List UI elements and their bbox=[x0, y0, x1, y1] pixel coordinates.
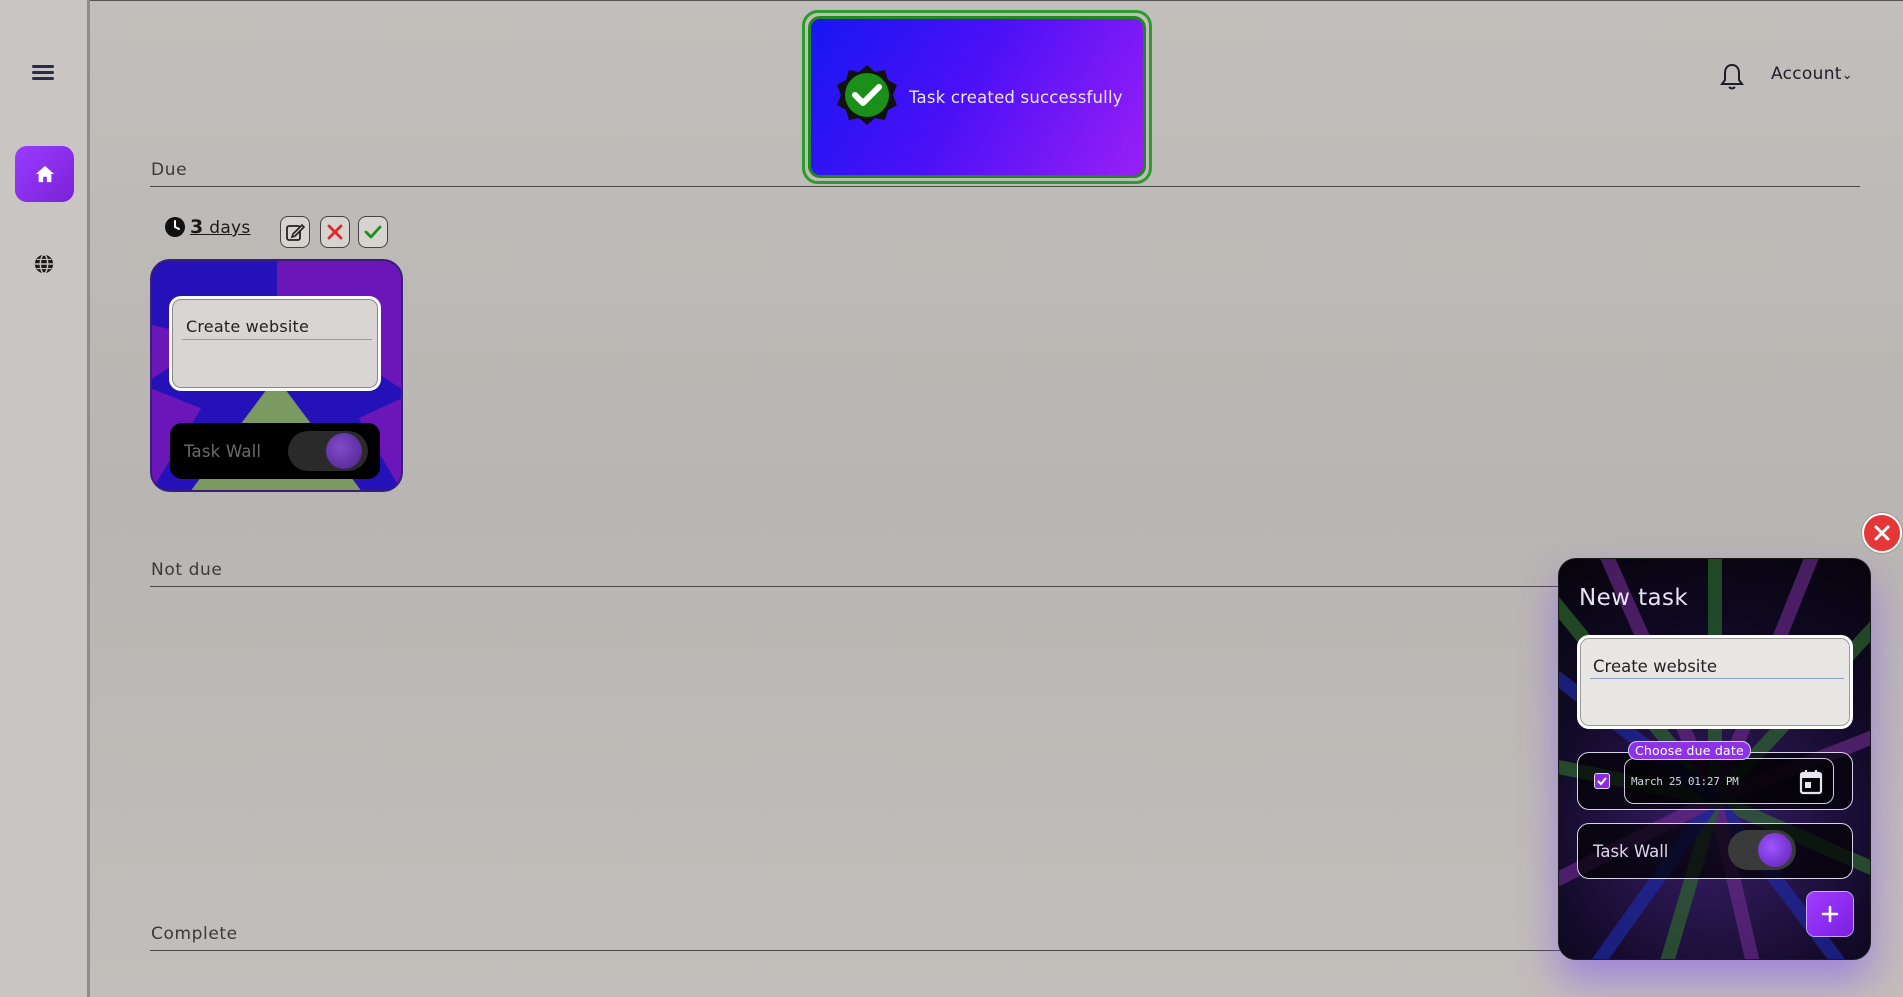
new-task-title-input[interactable]: Create website bbox=[1577, 635, 1853, 729]
section-divider-due bbox=[150, 186, 1860, 187]
hamburger-menu-icon[interactable] bbox=[30, 62, 56, 86]
task-wall-toggle[interactable] bbox=[288, 431, 368, 471]
globe-icon bbox=[34, 254, 54, 274]
task-wall-label: Task Wall bbox=[184, 441, 262, 461]
toast-message: Task created successfully bbox=[909, 87, 1123, 107]
edit-icon bbox=[286, 223, 305, 241]
new-task-title: New task bbox=[1579, 585, 1689, 611]
toast-notification: Task created successfully bbox=[802, 10, 1152, 184]
due-date-field[interactable]: March 25 01:27 PM bbox=[1624, 758, 1834, 804]
due-unit: days bbox=[209, 218, 251, 238]
due-date-chip: Choose due date bbox=[1628, 741, 1751, 760]
account-label: Account bbox=[1771, 64, 1842, 84]
section-title-complete: Complete bbox=[151, 924, 238, 944]
checkmark-icon bbox=[1597, 777, 1607, 786]
sidebar bbox=[0, 0, 90, 997]
check-icon bbox=[364, 225, 382, 239]
sidebar-item-globe[interactable] bbox=[30, 250, 58, 278]
due-indicator: 3 days bbox=[164, 216, 251, 238]
new-task-wall-label: Task Wall bbox=[1593, 842, 1669, 861]
add-task-button[interactable] bbox=[1807, 892, 1853, 936]
due-date-checkbox[interactable] bbox=[1594, 773, 1610, 789]
task-card-title-box[interactable]: Create website bbox=[169, 296, 381, 391]
task-card-wall-row: Task Wall bbox=[170, 423, 380, 479]
bell-icon[interactable] bbox=[1719, 62, 1745, 92]
section-title-due: Due bbox=[151, 160, 188, 180]
section-divider-not-due bbox=[150, 586, 1560, 587]
new-task-wall-row: Task Wall bbox=[1577, 823, 1853, 879]
close-icon bbox=[1874, 525, 1890, 541]
sidebar-item-home[interactable] bbox=[15, 146, 74, 202]
home-icon bbox=[35, 165, 54, 183]
chevron-down-icon: ⌄ bbox=[1841, 68, 1853, 83]
plus-icon bbox=[1821, 905, 1839, 923]
due-count: 3 bbox=[190, 216, 204, 238]
task-card-title: Create website bbox=[186, 317, 310, 336]
task-card[interactable]: Create website Task Wall bbox=[150, 259, 403, 492]
edit-task-button[interactable] bbox=[280, 216, 310, 248]
new-task-wall-toggle[interactable] bbox=[1728, 830, 1796, 870]
success-badge-icon bbox=[837, 65, 897, 125]
clock-icon bbox=[165, 217, 185, 237]
delete-task-button[interactable] bbox=[320, 216, 350, 248]
account-menu[interactable]: Account⌄ bbox=[1771, 64, 1853, 84]
calendar-icon[interactable] bbox=[1799, 769, 1823, 795]
new-task-panel: New task Create website March 25 01:27 P… bbox=[1558, 558, 1871, 960]
top-border bbox=[0, 0, 1903, 1]
close-icon bbox=[327, 224, 343, 240]
section-divider-complete bbox=[150, 950, 1560, 951]
due-date-row: March 25 01:27 PM Choose due date bbox=[1577, 741, 1853, 810]
close-new-task-button[interactable] bbox=[1862, 513, 1902, 553]
section-title-not-due: Not due bbox=[151, 560, 223, 580]
due-date-value: March 25 01:27 PM bbox=[1631, 775, 1739, 788]
complete-task-button[interactable] bbox=[358, 216, 388, 248]
new-task-title-value: Create website bbox=[1593, 657, 1717, 676]
